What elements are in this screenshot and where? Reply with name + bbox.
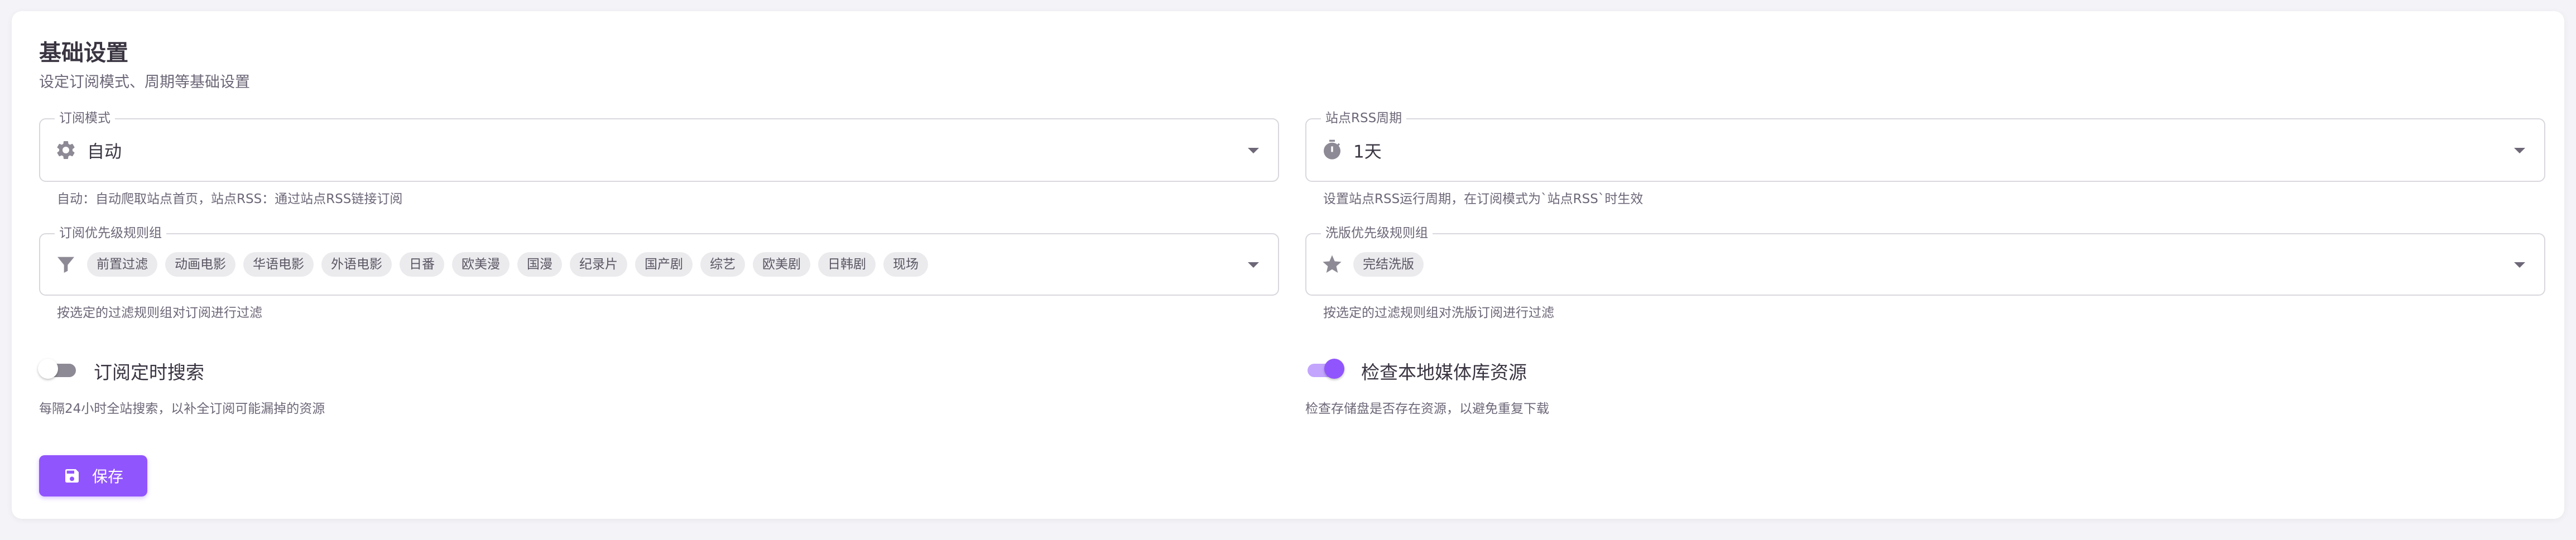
priority-rules-select[interactable]: 订阅优先级规则组 前置过滤 动画电影 华语电影 外语电影 日番 欧美漫 国漫 纪… (39, 225, 1279, 296)
timed-search-hint: 每隔24小时全站搜索，以补全订阅可能漏掉的资源 (39, 402, 325, 416)
wash-rules-select[interactable]: 洗版优先级规则组 完结洗版 (1305, 225, 2545, 296)
save-icon (65, 469, 79, 483)
priority-rules-label: 订阅优先级规则组 (55, 225, 166, 241)
chevron-down-icon[interactable] (2514, 148, 2525, 153)
chip-rule[interactable]: 完结洗版 (1353, 252, 1424, 277)
rss-period-select[interactable]: 站点RSS周期 1天 (1305, 110, 2545, 182)
chip-rule[interactable]: 欧美漫 (452, 252, 510, 277)
timed-search-switch[interactable] (37, 356, 78, 381)
subscribe-mode-select[interactable]: 订阅模式 自动 (39, 110, 1279, 182)
chip-rule[interactable]: 国产剧 (635, 252, 693, 277)
timed-search-label: 订阅定时搜索 (94, 361, 204, 383)
chip-rule[interactable]: 动画电影 (165, 252, 236, 277)
chip-rule[interactable]: 前置过滤 (87, 252, 157, 277)
stopwatch-icon (1324, 139, 1340, 160)
star-icon (1323, 255, 1342, 273)
chip-rule[interactable]: 现场 (883, 252, 928, 277)
rss-period-value: 1天 (1353, 142, 1382, 162)
subscribe-mode-label: 订阅模式 (55, 110, 115, 126)
chevron-down-icon[interactable] (2514, 262, 2525, 268)
subscribe-mode-value: 自动 (87, 142, 122, 162)
chevron-down-icon[interactable] (1248, 148, 1259, 153)
wash-rules-label: 洗版优先级规则组 (1321, 225, 1433, 241)
chip-rule[interactable]: 综艺 (700, 252, 745, 277)
check-local-hint: 检查存储盘是否存在资源，以避免重复下载 (1305, 402, 1549, 416)
chip-rule[interactable]: 国漫 (517, 252, 562, 277)
wash-rules-hint: 按选定的过滤规则组对洗版订阅进行过滤 (1323, 306, 1554, 320)
gear-icon (57, 141, 75, 159)
chevron-down-icon[interactable] (1248, 262, 1259, 268)
rss-period-hint: 设置站点RSS运行周期，在订阅模式为`站点RSS`时生效 (1323, 192, 1643, 206)
chip-rule[interactable]: 日韩剧 (818, 252, 876, 277)
rss-period-label: 站点RSS周期 (1321, 110, 1407, 126)
chip-rule[interactable]: 欧美剧 (753, 252, 810, 277)
switch-knob (38, 359, 58, 379)
chip-rule[interactable]: 日番 (400, 252, 444, 277)
subscribe-mode-hint: 自动：自动爬取站点首页，站点RSS：通过站点RSS链接订阅 (57, 192, 403, 206)
section-subtitle: 设定订阅模式、周期等基础设置 (39, 74, 250, 91)
switch-knob (1324, 359, 1344, 379)
chip-rule[interactable]: 外语电影 (321, 252, 392, 277)
check-local-label: 检查本地媒体库资源 (1361, 361, 1527, 383)
save-button-label: 保存 (92, 468, 123, 485)
wash-rules-chips: 完结洗版 (1353, 252, 1424, 277)
priority-rules-chips: 前置过滤 动画电影 华语电影 外语电影 日番 欧美漫 国漫 纪录片 国产剧 综艺… (87, 252, 928, 277)
filter-icon (57, 257, 74, 273)
save-button[interactable]: 保存 (39, 455, 147, 496)
section-title: 基础设置 (39, 40, 128, 66)
chip-rule[interactable]: 华语电影 (243, 252, 314, 277)
check-local-switch[interactable] (1304, 356, 1345, 381)
chip-rule[interactable]: 纪录片 (570, 252, 627, 277)
priority-rules-hint: 按选定的过滤规则组对订阅进行过滤 (57, 306, 262, 320)
